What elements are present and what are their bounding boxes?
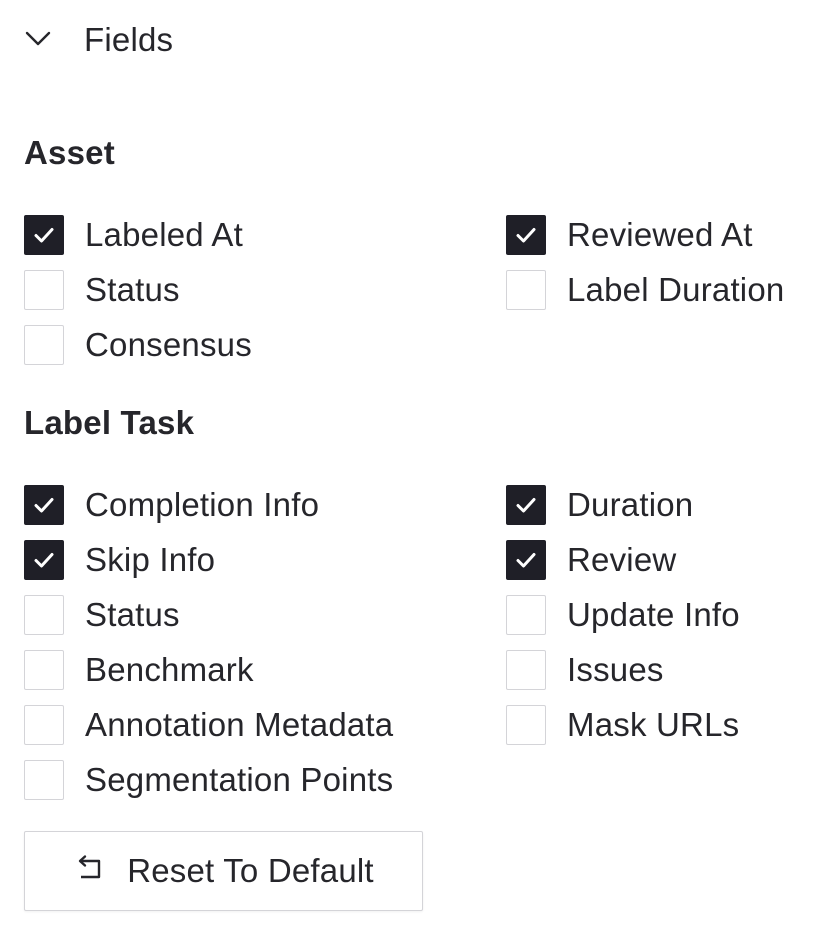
checkbox[interactable] <box>24 760 64 800</box>
asset-group-title: Asset <box>24 134 115 171</box>
checkbox[interactable] <box>24 595 64 635</box>
checkbox[interactable] <box>506 650 546 690</box>
asset-option-reviewed-at[interactable]: Reviewed At <box>506 215 753 255</box>
checkbox[interactable] <box>506 540 546 580</box>
reset-to-default-button[interactable]: Reset To Default <box>24 831 423 911</box>
checkbox[interactable] <box>24 215 64 255</box>
fields-toggle[interactable]: Fields <box>24 18 173 62</box>
option-label: Label Duration <box>567 271 785 308</box>
checkbox[interactable] <box>506 705 546 745</box>
label-task-option-review[interactable]: Review <box>506 540 676 580</box>
check-icon <box>34 228 54 243</box>
chevron-down-icon <box>24 24 52 57</box>
option-label: Consensus <box>85 326 252 363</box>
option-label: Status <box>85 271 180 308</box>
option-label: Labeled At <box>85 216 243 253</box>
option-label: Completion Info <box>85 486 320 523</box>
option-label: Benchmark <box>85 651 254 688</box>
reset-button-label: Reset To Default <box>127 852 374 889</box>
checkbox[interactable] <box>506 270 546 310</box>
option-label: Review <box>567 541 677 578</box>
asset-option-status[interactable]: Status <box>24 270 180 310</box>
label-task-option-status[interactable]: Status <box>24 595 180 635</box>
checkbox[interactable] <box>506 215 546 255</box>
option-label: Status <box>85 596 180 633</box>
label-task-option-skip-info[interactable]: Skip Info <box>24 540 215 580</box>
reset-icon <box>73 853 127 890</box>
label-task-option-annotation-metadata[interactable]: Annotation Metadata <box>24 705 393 745</box>
checkbox[interactable] <box>506 595 546 635</box>
asset-option-consensus[interactable]: Consensus <box>24 325 252 365</box>
label-task-option-mask-urls[interactable]: Mask URLs <box>506 705 739 745</box>
checkbox[interactable] <box>24 325 64 365</box>
label-task-option-update-info[interactable]: Update Info <box>506 595 740 635</box>
checkbox[interactable] <box>24 650 64 690</box>
checkbox[interactable] <box>24 270 64 310</box>
fields-toggle-label: Fields <box>84 21 174 58</box>
fields-panel: Fields Asset Labeled At Status Consensus… <box>0 0 834 934</box>
option-label: Issues <box>567 651 664 688</box>
checkbox[interactable] <box>24 540 64 580</box>
label-task-option-completion-info[interactable]: Completion Info <box>24 485 319 525</box>
option-label: Annotation Metadata <box>85 706 394 743</box>
label-task-group-title: Label Task <box>24 404 195 441</box>
check-icon <box>516 498 536 513</box>
check-icon <box>516 228 536 243</box>
label-task-option-segmentation-points[interactable]: Segmentation Points <box>24 760 393 800</box>
option-label: Segmentation Points <box>85 761 394 798</box>
asset-option-labeled-at[interactable]: Labeled At <box>24 215 243 255</box>
option-label: Skip Info <box>85 541 216 578</box>
option-label: Duration <box>567 486 694 523</box>
option-label: Update Info <box>567 596 740 633</box>
check-icon <box>34 498 54 513</box>
checkbox[interactable] <box>24 485 64 525</box>
checkbox[interactable] <box>24 705 64 745</box>
asset-option-label-duration[interactable]: Label Duration <box>506 270 784 310</box>
check-icon <box>34 553 54 568</box>
checkbox[interactable] <box>506 485 546 525</box>
label-task-option-duration[interactable]: Duration <box>506 485 693 525</box>
label-task-option-benchmark[interactable]: Benchmark <box>24 650 254 690</box>
check-icon <box>516 553 536 568</box>
label-task-option-issues[interactable]: Issues <box>506 650 664 690</box>
option-label: Reviewed At <box>567 216 753 253</box>
option-label: Mask URLs <box>567 706 740 743</box>
